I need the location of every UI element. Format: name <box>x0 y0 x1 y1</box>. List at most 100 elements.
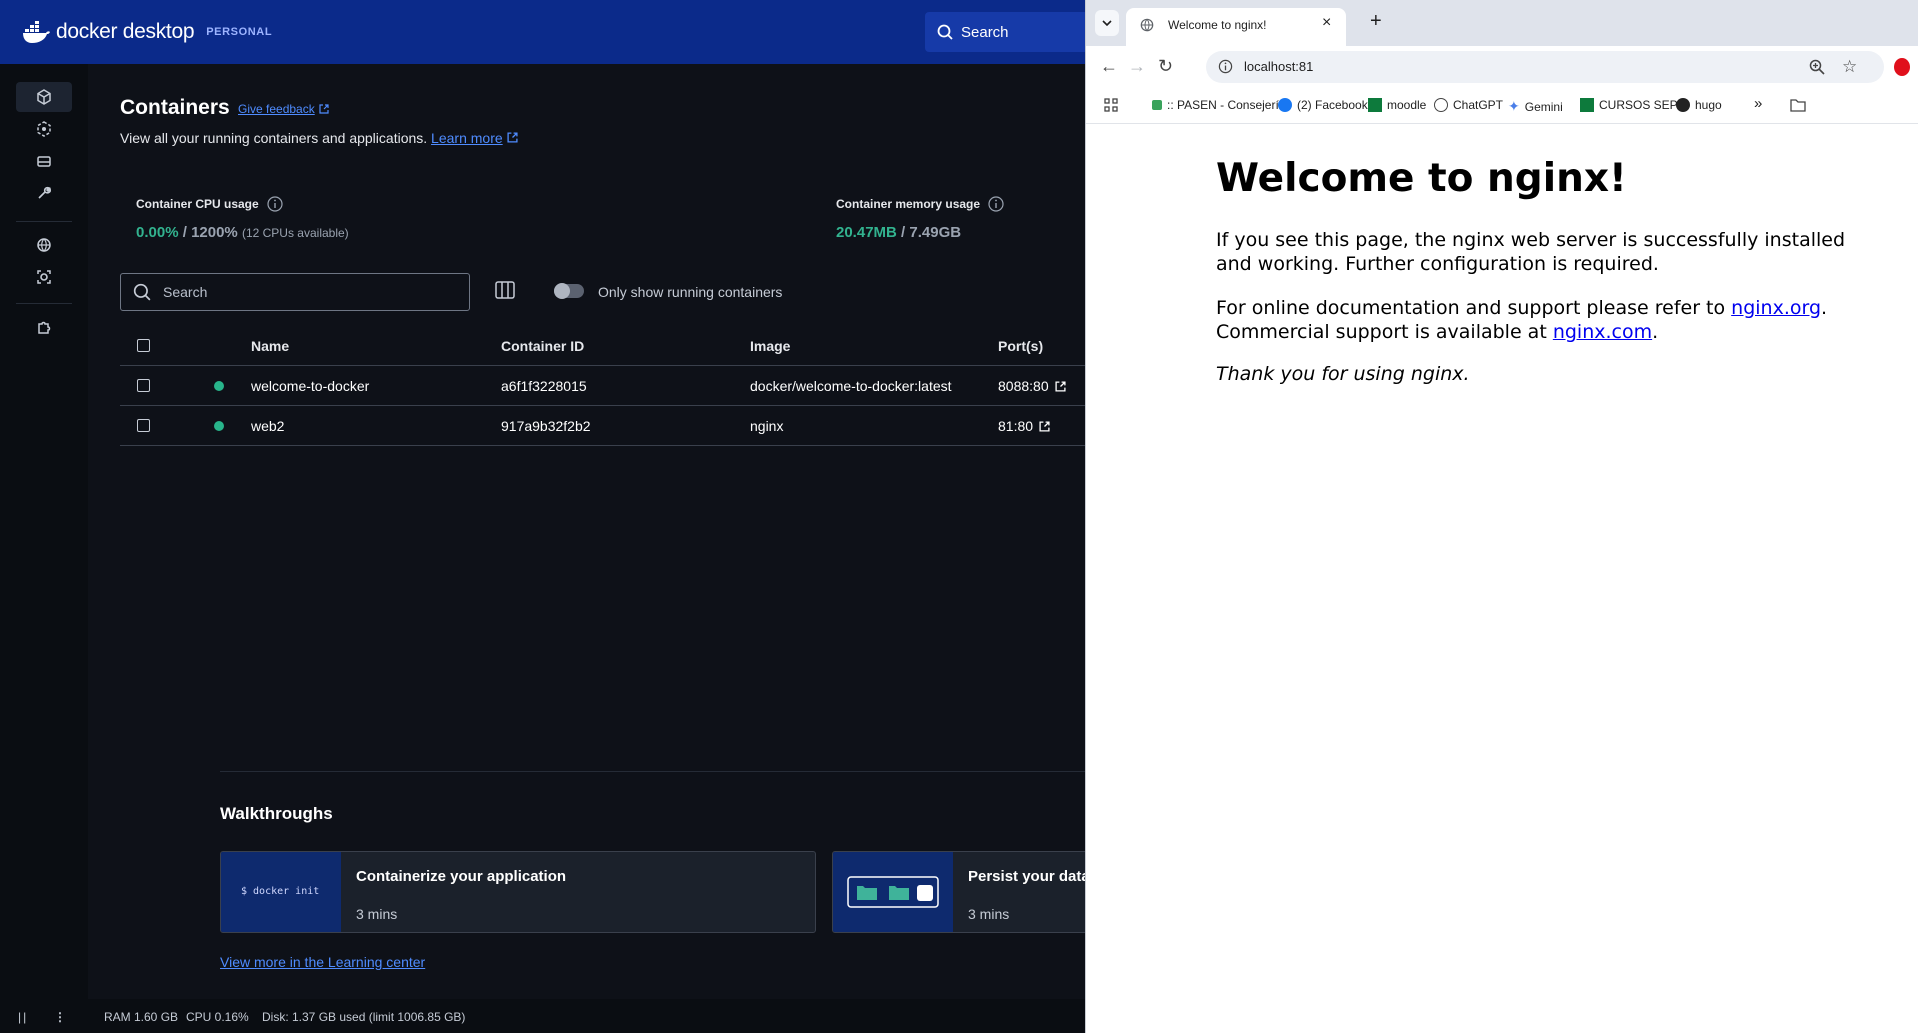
columns-icon <box>495 281 515 299</box>
pause-icon[interactable]: || <box>18 1010 28 1024</box>
site-info-icon[interactable] <box>1218 59 1233 74</box>
running-only-toggle[interactable] <box>554 283 584 299</box>
give-feedback-label: Give feedback <box>238 102 315 116</box>
give-feedback-link[interactable]: Give feedback <box>238 102 329 116</box>
cpu-usage-label: Container CPU usage <box>136 197 259 211</box>
docker-top-bar: docker desktop PERSONAL Search <box>0 0 1085 64</box>
global-search-label: Search <box>961 23 1009 41</box>
container-name[interactable]: web2 <box>251 418 284 434</box>
sidebar-item-extensions[interactable] <box>16 312 72 342</box>
docker-logo[interactable]: docker desktop PERSONAL <box>22 20 272 44</box>
search-icon <box>133 283 151 301</box>
back-button[interactable]: ← <box>1100 56 1118 77</box>
running-only-label: Only show running containers <box>598 284 783 300</box>
container-image[interactable]: docker/welcome-to-docker:latest <box>750 378 952 394</box>
moodle-icon <box>1368 98 1382 112</box>
folder-icon[interactable] <box>1790 98 1806 112</box>
sidebar-divider <box>16 221 72 222</box>
containers-view: Containers Give feedback View all your r… <box>88 64 1085 999</box>
scout-icon <box>37 270 51 284</box>
walkthrough-card-containerize[interactable]: $ docker init Containerize your applicat… <box>220 851 816 933</box>
bookmark-hugo[interactable]: hugo <box>1676 98 1722 112</box>
bookmark-moodle[interactable]: moodle <box>1368 98 1426 112</box>
container-port-link[interactable]: 8088:80 <box>998 378 1066 394</box>
column-selector-button[interactable] <box>495 280 515 305</box>
external-link-icon <box>506 132 518 143</box>
walkthrough-card-persist[interactable]: Persist your data 3 mins <box>832 851 1085 933</box>
container-id[interactable]: 917a9b32f2b2 <box>501 418 591 434</box>
sidebar-item-volumes[interactable] <box>16 146 72 176</box>
bookmark-star-icon[interactable]: ☆ <box>1842 57 1857 77</box>
plan-badge: PERSONAL <box>206 26 273 38</box>
select-all-checkbox[interactable] <box>137 339 150 352</box>
column-header-image[interactable]: Image <box>750 338 790 354</box>
walkthrough-title: Persist your data <box>968 868 1085 885</box>
table-row[interactable]: web2 917a9b32f2b2 nginx 81:80 <box>120 406 1085 446</box>
sepe-icon <box>1580 98 1594 112</box>
forward-button[interactable]: → <box>1128 56 1146 77</box>
column-header-name[interactable]: Name <box>251 338 289 354</box>
row-checkbox[interactable] <box>137 419 150 432</box>
close-tab-icon[interactable]: × <box>1322 14 1331 32</box>
search-icon <box>937 24 953 40</box>
nginx-com-link[interactable]: nginx.com <box>1553 321 1652 343</box>
sidebar-item-scout[interactable] <box>16 262 72 292</box>
tab-nginx[interactable]: Welcome to nginx! × <box>1126 8 1346 46</box>
bookmark-label: ChatGPT <box>1453 98 1504 112</box>
navigation-bar: ← → ↻ localhost:81 ☆ <box>1086 46 1918 88</box>
bookmarks-bar: :: PASEN - Consejerí... (2) Facebook moo… <box>1086 88 1918 124</box>
chatgpt-icon <box>1434 98 1448 112</box>
apps-icon[interactable] <box>1104 98 1118 112</box>
bookmark-facebook[interactable]: (2) Facebook <box>1278 98 1368 112</box>
cpu-total: 1200% <box>191 224 238 241</box>
container-id[interactable]: a6f1f3228015 <box>501 378 587 394</box>
sidebar-item-images[interactable] <box>16 114 72 144</box>
nginx-org-link[interactable]: nginx.org <box>1731 297 1821 319</box>
address-bar[interactable]: localhost:81 ☆ <box>1206 51 1884 83</box>
port-label: 8088:80 <box>998 378 1049 394</box>
bookmark-cursos-sepe[interactable]: CURSOS SEPE <box>1580 98 1686 112</box>
zoom-icon[interactable] <box>1809 59 1825 75</box>
info-icon[interactable] <box>988 196 1004 212</box>
more-bookmarks-button[interactable]: » <box>1754 95 1762 112</box>
more-options-icon[interactable]: ⋮ <box>54 1010 66 1024</box>
reload-button[interactable]: ↻ <box>1158 56 1173 77</box>
bookmark-chatgpt[interactable]: ChatGPT <box>1434 98 1503 112</box>
info-icon[interactable] <box>267 196 283 212</box>
bookmark-label: CURSOS SEPE <box>1599 98 1686 112</box>
walkthroughs-title: Walkthroughs <box>220 804 333 823</box>
sidebar-item-docker-hub[interactable] <box>16 230 72 260</box>
bookmark-pasen[interactable]: :: PASEN - Consejerí... <box>1152 98 1289 112</box>
cpu-note: (12 CPUs available) <box>241 226 349 240</box>
row-checkbox[interactable] <box>137 379 150 392</box>
learn-more-link[interactable]: Learn more <box>431 130 503 146</box>
new-tab-button[interactable]: + <box>1370 10 1382 33</box>
thumbnail-text: $ docker init <box>241 886 320 897</box>
table-row[interactable]: welcome-to-docker a6f1f3228015 docker/we… <box>120 366 1085 406</box>
learning-center-link[interactable]: View more in the Learning center <box>220 954 425 970</box>
container-name[interactable]: welcome-to-docker <box>251 378 369 394</box>
bookmark-gemini[interactable]: ✦ Gemini <box>1508 98 1563 115</box>
container-image[interactable]: nginx <box>750 418 783 434</box>
container-search-input[interactable]: Search <box>120 273 470 311</box>
extension-icon[interactable] <box>1894 58 1910 76</box>
column-header-id[interactable]: Container ID <box>501 338 584 354</box>
nginx-thanks: Thank you for using nginx. <box>1216 363 1470 385</box>
walkthrough-title: Containerize your application <box>356 868 567 885</box>
docker-desktop-window: docker desktop PERSONAL Search Container… <box>0 0 1085 1033</box>
global-search-button[interactable]: Search <box>925 12 1085 52</box>
nginx-welcome-page: Welcome to nginx! If you see this page, … <box>1086 124 1918 1033</box>
bookmark-label: :: PASEN - Consejerí... <box>1167 98 1289 112</box>
volumes-icon <box>37 156 51 167</box>
tab-search-button[interactable] <box>1095 10 1119 36</box>
sidebar-item-builds[interactable] <box>16 178 72 208</box>
container-port-link[interactable]: 81:80 <box>998 418 1050 434</box>
sidebar-item-containers[interactable] <box>16 82 72 112</box>
tab-title: Welcome to nginx! <box>1168 18 1267 32</box>
search-placeholder: Search <box>163 284 208 300</box>
walkthrough-thumbnail <box>833 852 953 932</box>
column-header-ports[interactable]: Port(s) <box>998 338 1043 354</box>
walkthrough-duration: 3 mins <box>356 906 398 922</box>
memory-sep: / <box>896 224 910 241</box>
ram-status: RAM 1.60 GB <box>104 1010 179 1024</box>
